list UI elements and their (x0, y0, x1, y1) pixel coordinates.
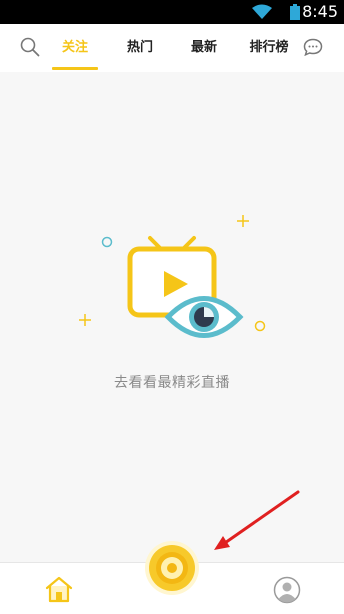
tab-latest-label: 最新 (190, 40, 217, 55)
status-bar: 8:45 (0, 0, 344, 24)
wifi-icon (252, 4, 272, 19)
tab-hot[interactable]: 热门 (118, 24, 162, 72)
sparkle-circle-icon (101, 236, 113, 248)
tab-following-label: 关注 (61, 40, 88, 55)
empty-state-message: 去看看最精彩直播 (114, 375, 230, 391)
profile-icon[interactable] (273, 576, 301, 604)
annotation-arrow (214, 490, 300, 550)
home-icon[interactable] (44, 575, 74, 603)
battery-icon (290, 4, 300, 20)
tab-following[interactable]: 关注 (52, 24, 98, 72)
active-tab-indicator (52, 67, 98, 70)
status-time: 8:45 (302, 2, 338, 21)
chat-icon[interactable] (303, 38, 323, 56)
tab-ranking-label: 排行榜 (249, 40, 289, 55)
search-icon[interactable] (20, 37, 40, 57)
sparkle-circle-icon (254, 320, 266, 332)
tv-with-eye-illustration (79, 215, 266, 338)
top-nav-bar: 关注 热门 最新 排行榜 (0, 24, 344, 72)
live-camera-button[interactable] (144, 540, 200, 596)
tab-latest[interactable]: 最新 (182, 24, 226, 72)
tab-hot-label: 热门 (126, 40, 153, 55)
tab-ranking[interactable]: 排行榜 (244, 24, 294, 72)
